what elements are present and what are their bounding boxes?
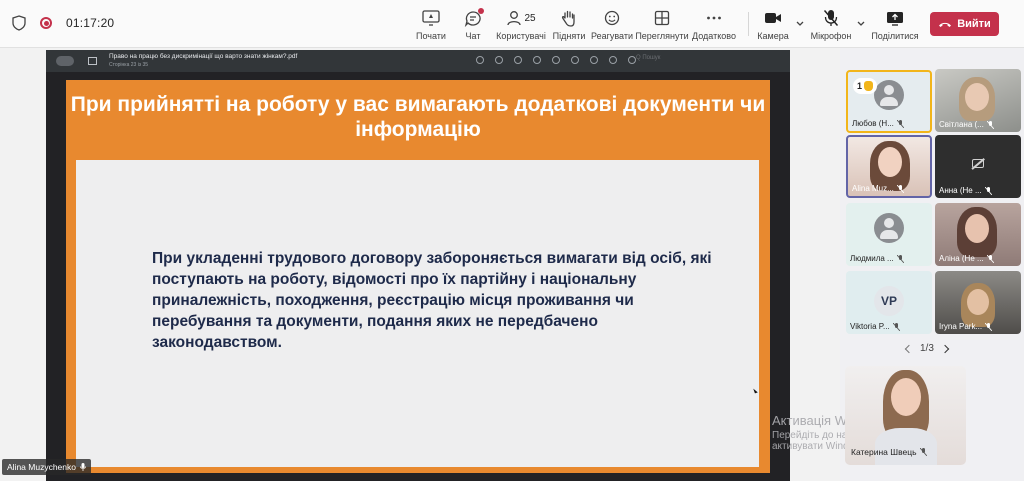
menu-icon[interactable] <box>56 56 74 66</box>
pdf-search[interactable]: Q Пошук <box>636 55 660 61</box>
raised-hand-badge: 1 <box>853 78 878 94</box>
participant-tile[interactable]: Світлана (... <box>935 69 1021 132</box>
next-page-icon[interactable] <box>940 344 950 353</box>
shield-icon <box>12 15 26 31</box>
camera-label: Камера <box>757 31 789 41</box>
page-indicator: 1/3 <box>920 343 934 354</box>
share-screen-icon <box>887 11 903 26</box>
smile-icon <box>604 10 620 26</box>
microphone-button[interactable]: Мікрофон <box>801 8 861 41</box>
mic-off-icon <box>986 254 994 263</box>
participant-tile[interactable]: Анна (Не ... <box>935 135 1021 198</box>
self-video-tile[interactable]: Катерина Швець <box>845 366 966 465</box>
avatar-initials: VP <box>874 286 904 316</box>
erase-icon[interactable] <box>571 56 579 64</box>
pdf-page-info: Сторінка 23 із 35 <box>109 62 149 68</box>
mic-icon <box>80 463 86 471</box>
participant-tile[interactable]: 1 Любов (Н... <box>846 70 932 133</box>
video-face <box>878 147 902 177</box>
zoom-in-icon[interactable] <box>514 56 522 64</box>
video-face <box>965 214 989 243</box>
participant-name: Любов (Н... <box>852 119 926 128</box>
presentation-slide: При прийнятті на роботу у вас вимагають … <box>66 80 770 473</box>
presenter-name-tag: Alina Muzychenko <box>2 459 91 475</box>
grid-view-icon <box>654 10 670 26</box>
participant-tile[interactable]: Людмила ... <box>846 203 932 266</box>
participant-count: 25 <box>524 12 536 24</box>
share-label: Поділитися <box>871 31 919 41</box>
draw-icon[interactable] <box>552 56 560 64</box>
video-face <box>965 83 989 111</box>
mic-off-icon <box>984 186 992 195</box>
leave-button[interactable]: Вийти <box>930 12 999 36</box>
info-icon[interactable] <box>476 56 484 64</box>
participant-tile[interactable]: VP Viktoria P... <box>846 271 932 334</box>
more-button[interactable]: Додатково <box>684 8 744 41</box>
camera-icon <box>765 13 781 23</box>
screen-icon <box>422 10 440 26</box>
more-icon <box>707 16 721 20</box>
recording-icon <box>40 17 52 29</box>
pdf-toolbar: Право на працю без дискримінації що варт… <box>46 50 790 72</box>
self-name: Катерина Швець <box>851 447 927 457</box>
participant-name: Viktoria P... <box>850 322 928 331</box>
mic-off-icon <box>823 10 839 26</box>
sidebar-toggle-icon[interactable] <box>88 57 97 65</box>
hand-icon <box>864 81 874 91</box>
leave-label: Вийти <box>957 18 991 30</box>
avatar <box>874 213 904 243</box>
unread-dot <box>478 8 484 14</box>
slide-content-card: При укладенні трудового договору заборон… <box>76 160 759 467</box>
camera-button[interactable]: Камера <box>743 8 803 41</box>
pdf-title-block: Право на працю без дискримінації що варт… <box>109 52 297 70</box>
hand-icon <box>561 10 575 27</box>
fit-icon[interactable] <box>533 56 541 64</box>
mic-label: Мікрофон <box>810 31 852 41</box>
participant-name: Людмила ... <box>850 254 928 263</box>
participant-name: Alina Muz... <box>852 184 926 193</box>
slide-body-text: При укладенні трудового договору заборон… <box>152 250 712 351</box>
rotate-icon[interactable] <box>590 56 598 64</box>
view-label: Переглянути <box>635 31 689 41</box>
participant-name: Iryna Park... <box>939 322 1017 331</box>
pdf-filename: Право на працю без дискримінації що варт… <box>109 53 298 60</box>
video-off-icon <box>972 159 984 168</box>
people-icon <box>507 11 522 26</box>
view-button[interactable]: Переглянути <box>632 8 692 41</box>
video-face <box>967 289 989 315</box>
save-icon[interactable] <box>609 56 617 64</box>
share-button[interactable]: Поділитися <box>865 8 925 41</box>
meeting-status: 01:17:20 <box>12 15 114 31</box>
presenter-name: Alina Muzychenko <box>7 462 76 472</box>
participant-tile[interactable]: Аліна (Не ... <box>935 203 1021 266</box>
participant-name: Світлана (... <box>939 120 1017 129</box>
prev-page-icon[interactable] <box>904 344 914 353</box>
more-label: Додатково <box>692 31 736 41</box>
mic-off-icon <box>896 184 904 193</box>
print-icon[interactable] <box>628 56 636 64</box>
mic-off-icon <box>919 448 927 456</box>
avatar <box>874 80 904 110</box>
mic-off-icon <box>986 120 994 129</box>
participant-name: Анна (Не ... <box>939 186 1017 195</box>
mic-off-icon <box>896 119 904 128</box>
participant-name: Аліна (Не ... <box>939 254 1017 263</box>
mic-off-icon <box>896 254 904 263</box>
mic-off-icon <box>892 322 900 331</box>
gallery-pager: 1/3 <box>904 343 950 354</box>
meeting-toolbar: 01:17:20 Почати Чат 25 Користувачі Підня… <box>0 0 1024 48</box>
pdf-tools <box>476 56 636 64</box>
slide-title: При прийнятті на роботу у вас вимагають … <box>70 93 766 141</box>
mic-off-icon <box>985 322 993 331</box>
participant-tile[interactable]: Iryna Park... <box>935 271 1021 334</box>
meeting-timer: 01:17:20 <box>66 16 115 30</box>
zoom-out-icon[interactable] <box>495 56 503 64</box>
video-face <box>891 378 921 416</box>
participant-tile[interactable]: Alina Muz... <box>846 135 932 198</box>
phone-hangup-icon <box>939 22 952 27</box>
